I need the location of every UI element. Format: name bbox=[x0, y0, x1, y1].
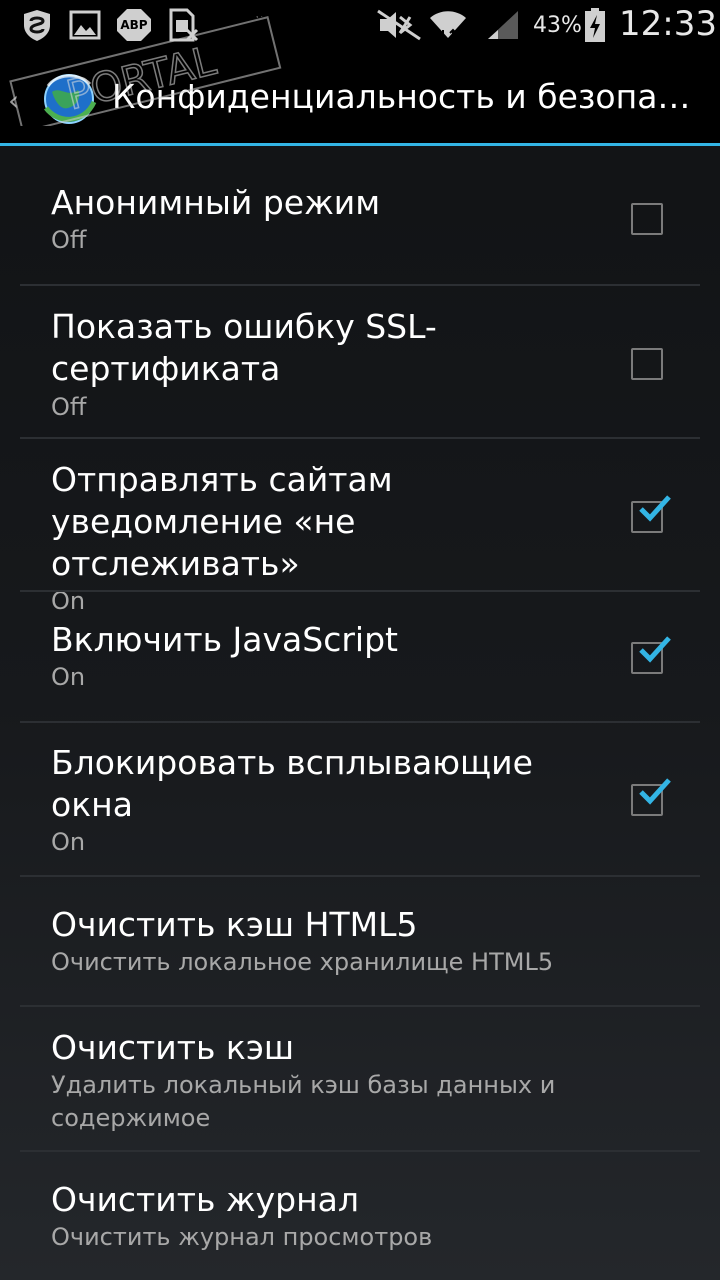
up-caret-icon[interactable]: ‹ bbox=[8, 84, 19, 117]
setting-title: Блокировать всплывающие окна bbox=[51, 743, 533, 824]
action-bar: ‹ Конфиденциальность и безопас… bbox=[0, 50, 720, 143]
wifi-icon bbox=[428, 8, 468, 42]
ssl-error-checkbox[interactable] bbox=[631, 348, 663, 380]
javascript-checkbox[interactable] bbox=[631, 636, 671, 674]
setting-clear-history[interactable]: Очистить журнал Очистить журнал просмотр… bbox=[0, 1152, 720, 1280]
setting-javascript[interactable]: Включить JavaScript On bbox=[0, 592, 720, 723]
checkmark-icon bbox=[639, 636, 671, 663]
setting-summary: Очистить журнал просмотров bbox=[51, 1223, 433, 1251]
browser-globe-icon[interactable] bbox=[38, 68, 100, 130]
checkmark-icon bbox=[639, 495, 671, 522]
sim-card-icon bbox=[166, 8, 200, 42]
setting-title: Показать ошибку SSL-сертификата bbox=[51, 307, 437, 388]
page-title: Конфиденциальность и безопас… bbox=[112, 77, 702, 116]
setting-summary: Удалить локальный кэш базы данных и соде… bbox=[51, 1071, 556, 1132]
setting-title: Анонимный режим bbox=[51, 183, 381, 222]
settings-list: Анонимный режим Off Показать ошибку SSL-… bbox=[0, 146, 720, 1280]
setting-title: Очистить кэш HTML5 bbox=[51, 905, 418, 944]
battery-percent: 43% bbox=[533, 13, 582, 38]
checkmark-icon bbox=[639, 778, 671, 805]
setting-clear-cache[interactable]: Очистить кэш Удалить локальный кэш базы … bbox=[0, 1007, 720, 1152]
gallery-icon bbox=[68, 8, 102, 42]
clock: 12:33 bbox=[619, 4, 717, 44]
battery-charging-icon bbox=[584, 8, 606, 42]
setting-summary: On bbox=[51, 663, 86, 691]
screen: ABP 43% 12:33 ‹ Конфиденциальность и без… bbox=[0, 0, 720, 1280]
setting-clear-html5-cache[interactable]: Очистить кэш HTML5 Очистить локальное хр… bbox=[0, 877, 720, 1007]
setting-title: Очистить журнал bbox=[51, 1180, 359, 1219]
setting-title: Отправлять сайтам уведомление «не отслеж… bbox=[51, 460, 393, 583]
setting-incognito-mode[interactable]: Анонимный режим Off bbox=[0, 146, 720, 286]
setting-summary: Off bbox=[51, 393, 87, 421]
incognito-checkbox[interactable] bbox=[631, 203, 663, 235]
block-popups-checkbox[interactable] bbox=[631, 778, 671, 816]
abp-label: ABP bbox=[120, 18, 148, 32]
status-bar: ABP 43% 12:33 bbox=[0, 0, 720, 50]
mute-icon bbox=[375, 8, 425, 42]
adblock-plus-icon: ABP bbox=[116, 8, 152, 42]
setting-summary: Очистить локальное хранилище HTML5 bbox=[51, 948, 554, 976]
setting-summary: On bbox=[51, 828, 86, 856]
shield-app-icon bbox=[20, 8, 54, 42]
signal-icon bbox=[485, 8, 521, 42]
setting-block-popups[interactable]: Блокировать всплывающие окна On bbox=[0, 723, 720, 877]
setting-do-not-track[interactable]: Отправлять сайтам уведомление «не отслеж… bbox=[0, 439, 720, 615]
setting-summary: Off bbox=[51, 226, 87, 254]
setting-title: Очистить кэш bbox=[51, 1028, 295, 1067]
setting-ssl-error[interactable]: Показать ошибку SSL-сертификата Off bbox=[0, 286, 720, 439]
do-not-track-checkbox[interactable] bbox=[631, 495, 671, 533]
setting-title: Включить JavaScript bbox=[51, 620, 398, 659]
